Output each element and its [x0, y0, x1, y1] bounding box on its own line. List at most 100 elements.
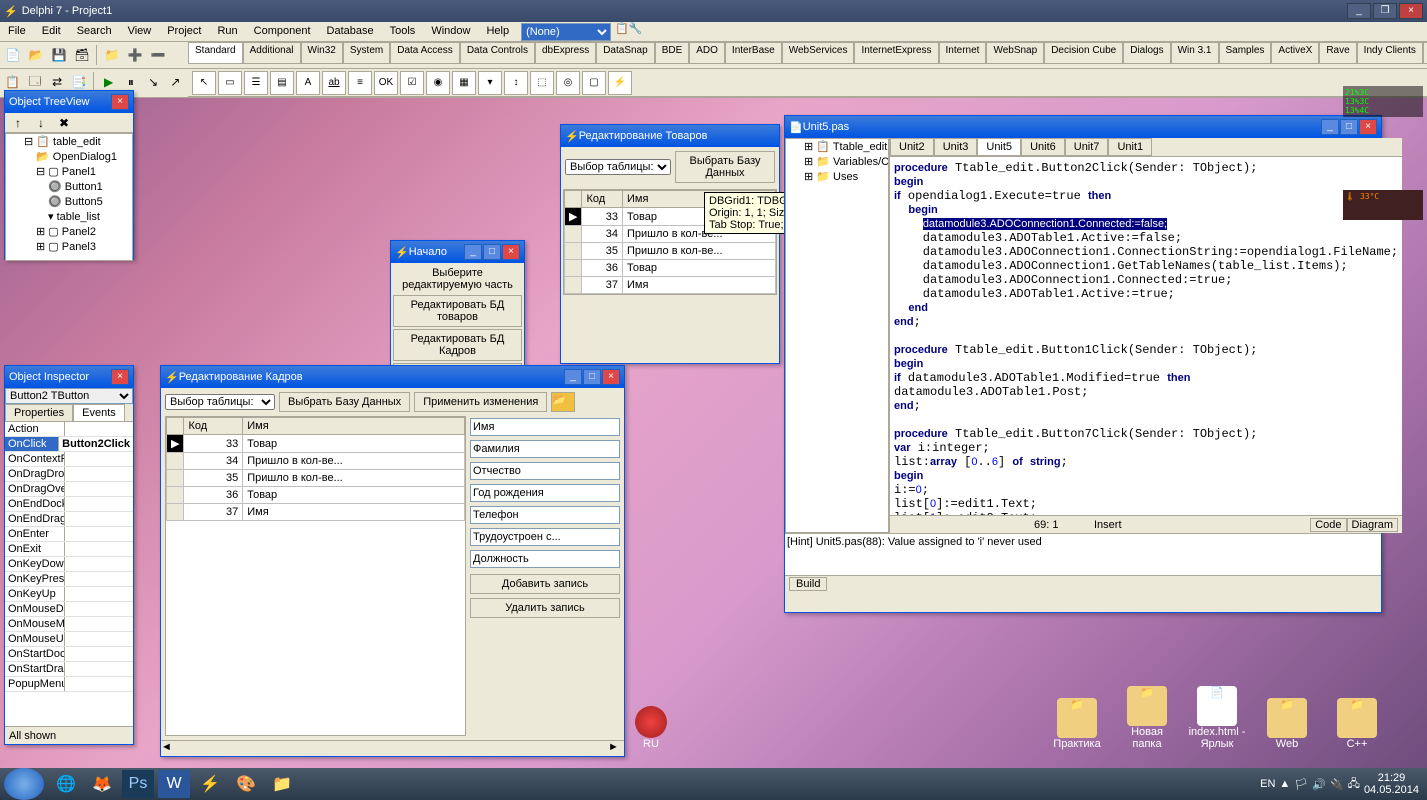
btn-apply[interactable]: Применить изменения — [414, 392, 547, 412]
property-row[interactable]: OnEnter — [5, 527, 133, 542]
opendialog-icon[interactable]: 📂 — [551, 392, 575, 412]
tree-tool-icon[interactable]: ↑ — [7, 112, 29, 134]
field-patronymic[interactable] — [470, 462, 620, 480]
tree-root[interactable]: ⊟ 📋 table_edit — [6, 134, 132, 149]
property-row[interactable]: OnExit — [5, 542, 133, 557]
close-button[interactable]: × — [111, 369, 129, 385]
property-row[interactable]: OnDragOver — [5, 482, 133, 497]
menu-help[interactable]: Help — [478, 22, 517, 41]
trace-icon[interactable]: ↘ — [142, 71, 163, 93]
code-tab[interactable]: Unit7 — [1065, 138, 1109, 156]
property-row[interactable]: OnKeyPress — [5, 572, 133, 587]
tab-properties[interactable]: Properties — [5, 404, 73, 421]
menu-tools[interactable]: Tools — [382, 22, 424, 41]
btn-edit-kadrov[interactable]: Редактировать БД Кадров — [393, 329, 522, 361]
property-row[interactable]: OnKeyDown — [5, 557, 133, 572]
taskbar-delphi-icon[interactable]: ⚡ — [194, 770, 226, 798]
property-row[interactable]: OnKeyUp — [5, 587, 133, 602]
tray-icon[interactable]: 🔌 — [1330, 778, 1344, 791]
property-row[interactable]: OnClickButton2Click — [5, 437, 133, 452]
palette-tab[interactable]: Rave — [1319, 42, 1356, 63]
new-icon[interactable]: 📄 — [2, 44, 24, 66]
code-tab[interactable]: Unit1 — [1108, 138, 1152, 156]
menu-search[interactable]: Search — [69, 22, 120, 41]
tree-node[interactable]: ▾ table_list — [6, 209, 132, 224]
messages-panel[interactable]: [Hint] Unit5.pas(88): Value assigned to … — [785, 533, 1381, 575]
tray-icon[interactable]: 🏳 — [1294, 778, 1308, 791]
property-row[interactable]: OnMouseMove — [5, 617, 133, 632]
actionlist-icon[interactable]: ⚡ — [608, 71, 632, 95]
property-row[interactable]: OnEndDock — [5, 497, 133, 512]
menu-edit[interactable]: Edit — [34, 22, 69, 41]
popup-icon[interactable]: ▤ — [270, 71, 294, 95]
step-icon[interactable]: ↗ — [165, 71, 186, 93]
tree-tool-icon[interactable]: ✖ — [53, 112, 75, 134]
palette-tab[interactable]: Win 3.1 — [1171, 42, 1219, 63]
palette-tab[interactable]: Internet — [939, 42, 987, 63]
taskbar-word-icon[interactable]: W — [158, 770, 190, 798]
taskbar-explorer-icon[interactable]: 📁 — [266, 770, 298, 798]
saveall-icon[interactable]: 🗃 — [71, 44, 93, 66]
desktop-icon[interactable]: 📁C++ — [1327, 698, 1387, 750]
menu-window[interactable]: Window — [423, 22, 478, 41]
btn-edit-tovarov[interactable]: Редактировать БД товаров — [393, 295, 522, 327]
btn-select-db[interactable]: Выбрать Базу Данных — [675, 151, 775, 183]
radio-icon[interactable]: ◉ — [426, 71, 450, 95]
code-tree-node[interactable]: ⊞ 📁 Uses — [786, 169, 888, 184]
lang-widget[interactable]: RU — [635, 706, 667, 750]
field-birthyear[interactable] — [470, 484, 620, 502]
save-icon[interactable]: 💾 — [48, 44, 70, 66]
code-editor[interactable]: procedure Ttable_edit.Button2Click(Sende… — [890, 157, 1402, 515]
view-diagram-tab[interactable]: Diagram — [1347, 518, 1399, 532]
tray-icon[interactable]: ▲ — [1279, 778, 1290, 790]
pointer-icon[interactable]: ↖ — [192, 71, 216, 95]
menu-database[interactable]: Database — [319, 22, 382, 41]
project-combo[interactable]: (None) — [521, 23, 611, 41]
groupbox-icon[interactable]: ⬚ — [530, 71, 554, 95]
label-icon[interactable]: A — [296, 71, 320, 95]
field-employed[interactable] — [470, 528, 620, 546]
palette-tab[interactable]: Decision Cube — [1044, 42, 1123, 63]
property-row[interactable]: OnMouseUp — [5, 632, 133, 647]
table-select[interactable]: Выбор таблицы: — [565, 159, 671, 175]
button-icon[interactable]: OK — [374, 71, 398, 95]
palette-tab[interactable]: Data Access — [390, 42, 460, 63]
palette-tab[interactable]: Additional — [243, 42, 301, 63]
tree-node[interactable]: 🔘 Button5 — [6, 194, 132, 209]
property-row[interactable]: OnStartDock — [5, 647, 133, 662]
field-name[interactable] — [470, 418, 620, 436]
minimize-button[interactable]: _ — [1347, 3, 1371, 19]
component-selector[interactable]: Button2 TButton — [5, 388, 133, 404]
palette-tab[interactable]: InternetExpress — [854, 42, 938, 63]
close-button[interactable]: × — [1359, 119, 1377, 135]
maximize-button[interactable]: □ — [1340, 119, 1358, 135]
tree-tool-icon[interactable]: ↓ — [30, 112, 52, 134]
palette-tab[interactable]: WebSnap — [986, 42, 1044, 63]
palette-tab[interactable]: Dialogs — [1123, 42, 1170, 63]
property-grid[interactable]: ActionOnClickButton2ClickOnContextPopu On… — [5, 422, 133, 726]
tray-date[interactable]: 04.05.2014 — [1364, 784, 1419, 796]
property-row[interactable]: Action — [5, 422, 133, 437]
tool-icon[interactable]: 🔧 — [629, 22, 643, 41]
desktop-icon[interactable]: 📄index.html - Ярлык — [1187, 686, 1247, 750]
property-row[interactable]: OnContextPopu — [5, 452, 133, 467]
edit-icon[interactable]: ab — [322, 71, 346, 95]
palette-tab[interactable]: BDE — [655, 42, 690, 63]
code-tab-active[interactable]: Unit5 — [977, 138, 1021, 156]
mainmenu-icon[interactable]: ☰ — [244, 71, 268, 95]
palette-tab[interactable]: dbExpress — [535, 42, 596, 63]
checkbox-icon[interactable]: ☑ — [400, 71, 424, 95]
close-button[interactable]: × — [111, 94, 129, 110]
maximize-button[interactable]: □ — [583, 369, 601, 385]
field-surname[interactable] — [470, 440, 620, 458]
desktop-icon[interactable]: 📁Практика — [1047, 698, 1107, 750]
desktop-icon[interactable]: 📁Новая папка — [1117, 686, 1177, 750]
maximize-button[interactable]: □ — [483, 244, 501, 260]
tree-node[interactable]: 📂 OpenDialog1 — [6, 149, 132, 164]
tray-icon[interactable]: 🖧 — [1348, 775, 1360, 794]
taskbar-chrome-icon[interactable]: 🌐 — [50, 770, 82, 798]
tool-icon[interactable]: 📋 — [615, 22, 629, 41]
palette-tab[interactable]: InterBase — [725, 42, 782, 63]
btn-add-record[interactable]: Добавить запись — [470, 574, 620, 594]
tray-icon[interactable]: 🔊 — [1312, 778, 1326, 791]
